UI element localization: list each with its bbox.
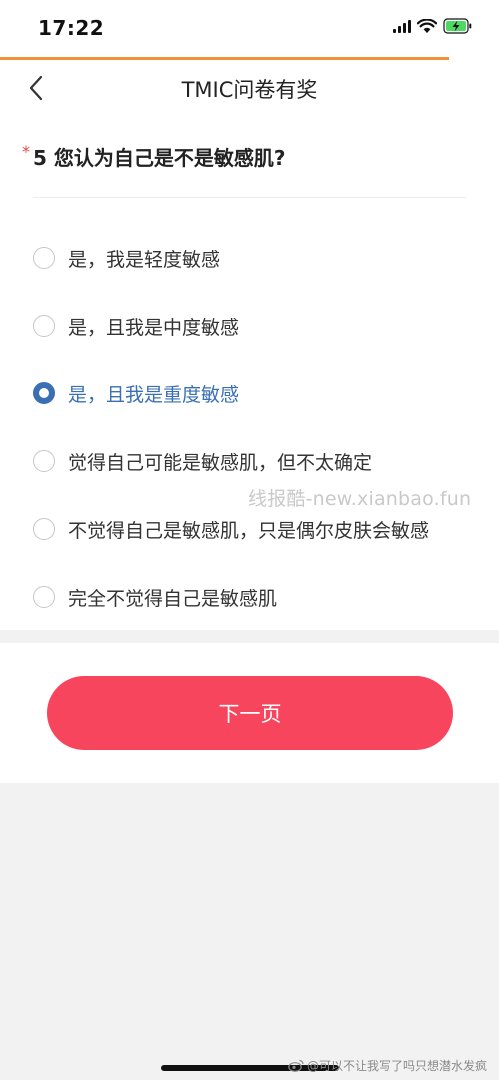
radio-button[interactable] (33, 586, 55, 608)
radio-button[interactable] (33, 518, 55, 540)
option-label: 是，我是轻度敏感 (68, 248, 221, 271)
question-title: * 5 您认为自己是不是敏感肌? (22, 142, 285, 171)
signal-icon (393, 19, 411, 33)
option-not-sensitive[interactable]: 完全不觉得自己是敏感肌 (33, 577, 277, 617)
question-card: * 5 您认为自己是不是敏感肌? 是，我是轻度敏感 是，且我是中度敏感 是，且我是… (0, 118, 499, 630)
option-label: 觉得自己可能是敏感肌，但不太确定 (68, 451, 373, 474)
corner-credit: @可以不让我写了吗只想潜水发疯 (288, 1057, 487, 1074)
wifi-icon (417, 18, 437, 33)
option-light-sensitive[interactable]: 是，我是轻度敏感 (33, 238, 220, 278)
radio-button[interactable] (33, 247, 55, 269)
watermark: 线报酷-new.xianbao.fun (248, 488, 472, 510)
option-label: 是，且我是重度敏感 (68, 383, 240, 406)
nav-bar: TMIC问卷有奖 (0, 60, 499, 118)
radio-button[interactable] (33, 382, 55, 404)
page-title: TMIC问卷有奖 (181, 78, 318, 102)
status-time: 17:22 (38, 16, 105, 40)
option-label: 完全不觉得自己是敏感肌 (68, 587, 278, 610)
question-divider (33, 197, 466, 198)
credit-text: @可以不让我写了吗只想潜水发疯 (306, 1059, 487, 1073)
option-label: 不觉得自己是敏感肌，只是偶尔皮肤会敏感 (68, 519, 430, 542)
question-text: 5 您认为自己是不是敏感肌? (33, 146, 286, 170)
option-occasional-sensitive[interactable]: 不觉得自己是敏感肌，只是偶尔皮肤会敏感 (33, 509, 429, 549)
status-bar: 17:22 (0, 0, 499, 58)
option-label: 是，且我是中度敏感 (68, 316, 240, 339)
option-moderate-sensitive[interactable]: 是，且我是中度敏感 (33, 306, 239, 346)
required-mark: * (22, 142, 30, 161)
status-icons (393, 18, 473, 34)
option-maybe-sensitive[interactable]: 觉得自己可能是敏感肌，但不太确定 (33, 441, 372, 481)
radio-button[interactable] (33, 315, 55, 337)
battery-charging-icon (443, 18, 472, 34)
next-page-button[interactable]: 下一页 (47, 676, 453, 750)
radio-button[interactable] (33, 450, 55, 472)
option-severe-sensitive[interactable]: 是，且我是重度敏感 (33, 373, 239, 413)
footer-card: 下一页 (0, 643, 499, 783)
weibo-icon (288, 1059, 304, 1072)
